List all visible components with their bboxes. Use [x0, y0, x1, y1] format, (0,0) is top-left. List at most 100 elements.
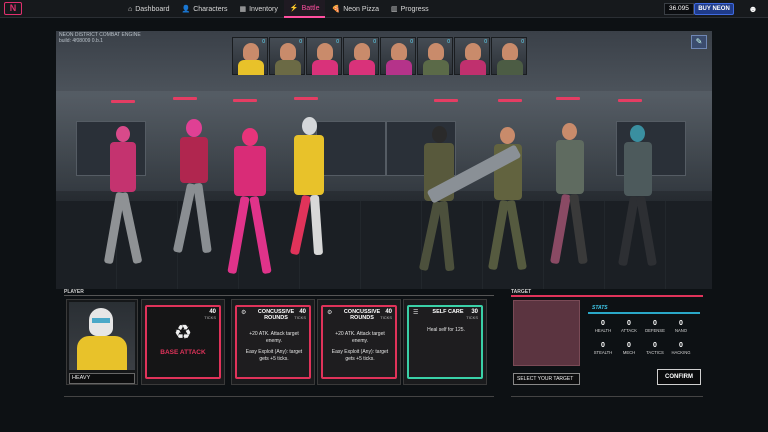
nav-characters[interactable]: 👤 Characters [175, 0, 233, 18]
nav-battle[interactable]: ⚡ Battle [283, 0, 326, 18]
enemy-soldier[interactable] [426, 127, 532, 287]
portrait-body [497, 60, 523, 75]
ally-fighter[interactable] [103, 126, 144, 286]
target-divider [511, 396, 703, 397]
enemy-soldier[interactable] [416, 126, 462, 286]
nav-neon-pizza-label: Neon Pizza [343, 5, 379, 13]
portrait-face [502, 43, 518, 61]
stat-value: 0 [601, 320, 605, 327]
health-bar [556, 97, 580, 100]
enemy-soldier[interactable] [548, 123, 592, 283]
select-target-label[interactable]: SELECT YOUR TARGET [513, 373, 580, 385]
card-frame: ⚙ CONCUSSIVE ROUNDS 40 TICKS +20 ATK. Att… [235, 305, 311, 379]
pizza-icon: 🍕 [331, 6, 341, 13]
stat-value: 0 [653, 342, 657, 349]
portrait-tick-count: 0 [299, 39, 302, 45]
user-account-icon[interactable]: ☻ [748, 3, 758, 15]
portrait-tick-count: 0 [410, 39, 413, 45]
portrait-body [238, 60, 264, 75]
player-card[interactable]: HEAVY [66, 299, 138, 385]
main-nav: ⌂ Dashboard 👤 Characters ▦ Inventory ⚡ Battl… [122, 0, 435, 18]
portrait-face [280, 43, 296, 61]
stat-label: STEALTH [593, 350, 613, 355]
neon-district-logo[interactable]: N [4, 2, 22, 15]
turn-order-portrait[interactable]: 0 [269, 37, 305, 75]
turn-order-portrait[interactable]: 0 [491, 37, 527, 75]
nav-battle-label: Battle [301, 4, 320, 12]
scene-floor [56, 201, 712, 289]
active-player-heavy[interactable] [288, 117, 330, 267]
portrait-face [354, 43, 370, 61]
engine-build-line: build: 4f08009 0.b.1 [59, 38, 103, 44]
player-portrait [69, 302, 135, 370]
turn-order-bar: 0 0 0 0 0 0 0 0 [232, 37, 527, 75]
portrait-tick-count: 0 [521, 39, 524, 45]
ally-fighter[interactable] [226, 128, 274, 288]
enemy-soldier[interactable] [616, 125, 660, 285]
scene-settings-button[interactable]: ✎ [691, 35, 707, 49]
stat-nano: 0 NANO [668, 320, 694, 334]
player-name-label: HEAVY [69, 373, 135, 384]
portrait-tick-count: 0 [262, 39, 265, 45]
stat-label: DEFENSE [645, 328, 665, 333]
nav-dashboard-label: Dashboard [135, 5, 170, 13]
ally-fighter[interactable] [172, 119, 216, 279]
card-description: +20 ATK. Attack target enemy. [249, 331, 299, 344]
portrait-face [317, 43, 333, 61]
turn-order-portrait[interactable]: 0 [417, 37, 453, 75]
card-description-exploit: Easy Exploit (Any): target gets +5 ticks… [245, 349, 303, 362]
heal-icon: ☰ [413, 310, 419, 316]
stat-label: NANO [674, 328, 688, 333]
card-concussive-rounds[interactable]: ⚙ CONCUSSIVE ROUNDS 40 TICKS +20 ATK. Att… [317, 299, 401, 385]
card-description-exploit: Easy Exploit (Any): target gets +5 ticks… [331, 349, 389, 362]
nav-neon-pizza[interactable]: 🍕 Neon Pizza [325, 0, 385, 18]
lightning-icon: ⚡ [289, 5, 299, 12]
turn-order-portrait[interactable]: 0 [232, 37, 268, 75]
buy-neon-button[interactable]: BUY NEON [694, 3, 734, 15]
portrait-tick-count: 0 [373, 39, 376, 45]
stat-label: TACTICS [646, 350, 664, 355]
stat-health: 0 HEALTH [590, 320, 616, 334]
nav-progress[interactable]: ▥ Progress [385, 0, 435, 18]
stat-value: 0 [653, 320, 657, 327]
card-title: CONCUSSIVE ROUNDS [257, 309, 295, 321]
health-bar [173, 97, 197, 100]
nav-inventory-label: Inventory [249, 5, 278, 13]
health-bar [294, 97, 318, 100]
health-bar [498, 99, 522, 102]
turn-order-portrait[interactable]: 0 [343, 37, 379, 75]
card-base-attack[interactable]: 40 TICKS ♻ BASE ATTACK [141, 299, 225, 385]
stat-defense: 0 DEFENSE [642, 320, 668, 334]
turn-order-portrait[interactable]: 0 [380, 37, 416, 75]
nav-dashboard[interactable]: ⌂ Dashboard [122, 0, 175, 18]
turn-order-portrait[interactable]: 0 [454, 37, 490, 75]
stat-label: MECH [622, 350, 636, 355]
portrait-body [349, 60, 375, 75]
card-cost-unit: TICKS [294, 315, 306, 320]
grid-icon: ▦ [239, 6, 247, 13]
card-self-care[interactable]: ☰ SELF CARE 30 TICKS Heal self for 125. [403, 299, 487, 385]
portrait-face [391, 43, 407, 61]
health-bar [434, 99, 458, 102]
card-description: Heal self for 125. [427, 327, 465, 333]
card-title: SELF CARE [432, 309, 464, 315]
panel-divider [64, 396, 494, 397]
card-cost-unit: TICKS [380, 315, 392, 320]
turn-order-portrait[interactable]: 0 [306, 37, 342, 75]
portrait-tick-count: 0 [484, 39, 487, 45]
bar-chart-icon: ▥ [391, 6, 398, 13]
nav-inventory[interactable]: ▦ Inventory [233, 0, 283, 18]
portrait-body [386, 60, 412, 75]
card-concussive-rounds[interactable]: ⚙ CONCUSSIVE ROUNDS 40 TICKS +20 ATK. Att… [231, 299, 315, 385]
portrait-body [312, 60, 338, 75]
top-nav-bar: N ⌂ Dashboard 👤 Characters ▦ Inventory ⚡ Bat… [0, 0, 768, 18]
confirm-button[interactable]: CONFIRM [657, 369, 701, 385]
card-description: +20 ATK. Attack target enemy. [335, 331, 385, 344]
stats-title: STATS [592, 305, 608, 311]
stat-value: 0 [601, 342, 605, 349]
card-cost: 40 TICKS [380, 309, 392, 321]
portrait-face [465, 43, 481, 61]
portrait-tick-count: 0 [336, 39, 339, 45]
target-portrait-slot[interactable] [513, 300, 580, 366]
card-cost-unit: TICKS [466, 315, 478, 320]
